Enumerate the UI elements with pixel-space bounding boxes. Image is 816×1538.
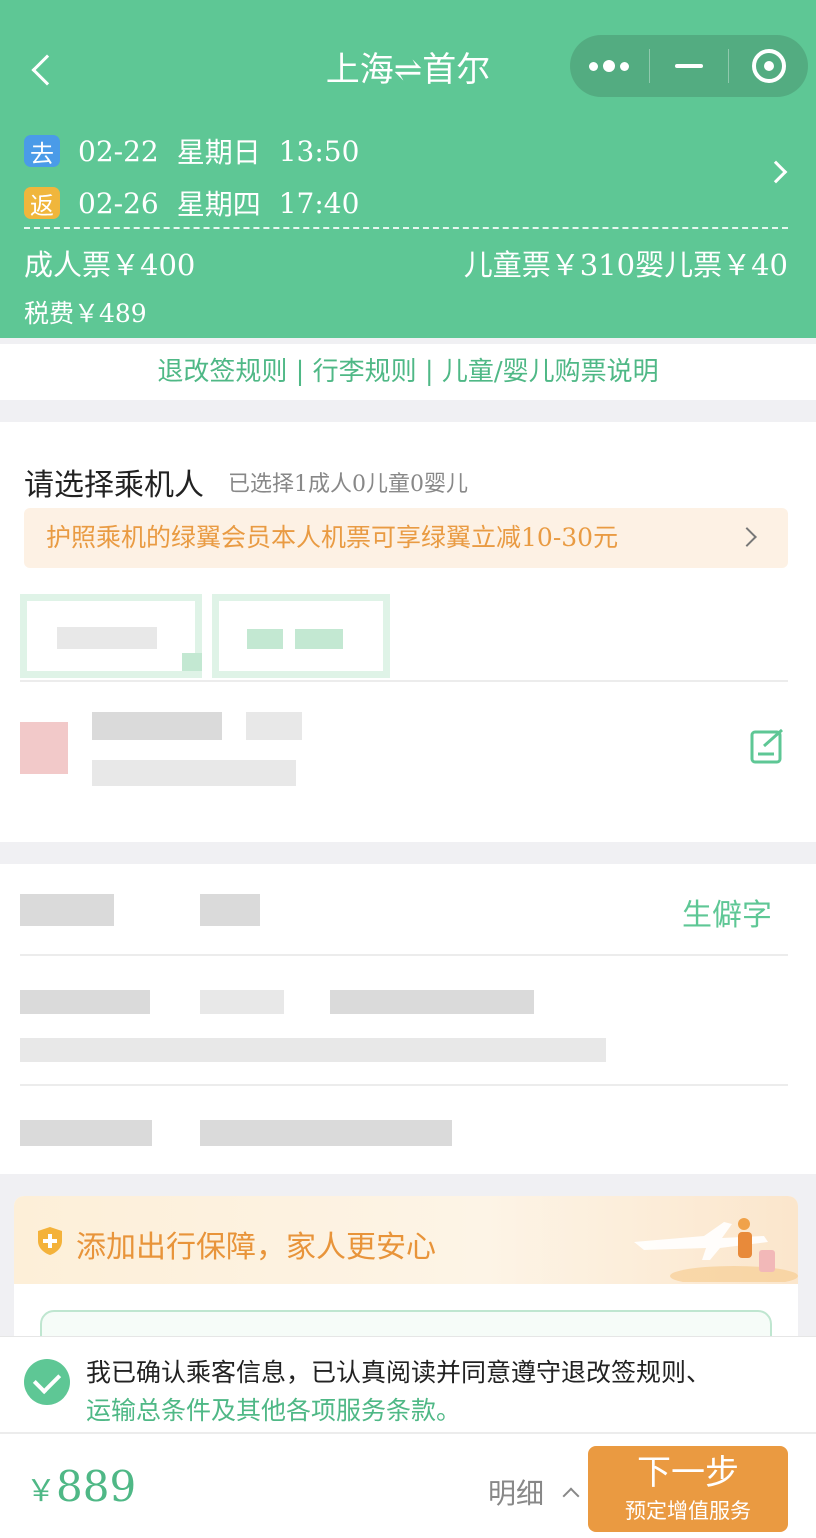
return-date: 02-26 <box>78 186 159 220</box>
outbound-tag: 去 <box>24 135 60 168</box>
agreement-bar: 我已确认乘客信息，已认真阅读并同意遵守退改签规则、 运输总条件及其他各项服务条款… <box>0 1336 816 1432</box>
redacted-name <box>92 712 222 740</box>
next-step-sublabel: 预定增值服务 <box>625 1499 751 1523</box>
page-title: 上海⇌首尔 <box>325 50 491 90</box>
chevron-left-icon <box>31 54 63 86</box>
redacted-name <box>246 712 302 740</box>
redacted-label <box>20 894 114 926</box>
child-infant-price: 儿童票￥310婴儿票￥40 <box>463 248 788 282</box>
redacted-id <box>92 760 296 786</box>
back-button[interactable] <box>22 48 63 92</box>
next-step-label: 下一步 <box>637 1453 739 1493</box>
insurance-header: 添加出行保障，家人更安心 <box>14 1196 798 1284</box>
section-title: 请选择乘机人 <box>24 468 204 503</box>
redacted-text <box>57 627 157 649</box>
total-price: ￥889 <box>26 1462 136 1511</box>
redacted-text <box>295 629 343 649</box>
redacted-text <box>247 629 283 649</box>
dashed-divider <box>24 227 788 229</box>
redacted-label <box>20 990 150 1014</box>
outbound-time: 13:50 <box>278 134 360 168</box>
outbound-date: 02-22 <box>78 134 159 168</box>
divider <box>20 954 788 956</box>
outbound-row[interactable]: 去 02-22 星期日 13:50 <box>24 134 360 169</box>
terms-link[interactable]: 运输总条件及其他各项服务条款。 <box>86 1391 461 1427</box>
rare-character-link[interactable]: 生僻字 <box>682 890 772 934</box>
return-row[interactable]: 返 02-26 星期四 17:40 <box>24 186 360 221</box>
delete-icon[interactable] <box>20 722 68 774</box>
redacted-value <box>20 1038 606 1062</box>
flight-header: 上海⇌首尔 去 02-22 星期日 13:50 返 02-26 星期四 17:4… <box>0 0 816 338</box>
passenger-chip[interactable] <box>212 594 390 678</box>
passenger-section: 请选择乘机人 已选择1成人0儿童0婴儿 护照乘机的绿翼会员本人机票可享绿翼立减1… <box>0 422 816 1174</box>
redacted-value <box>330 990 534 1014</box>
price-detail-button[interactable]: 明细 <box>488 1472 544 1512</box>
scallop-edge <box>0 330 816 344</box>
section-gap <box>0 842 816 864</box>
more-dots-icon <box>589 60 630 72</box>
target-circle-icon <box>751 49 786 83</box>
next-step-button[interactable]: 下一步 预定增值服务 <box>588 1446 788 1532</box>
selected-count: 已选择1成人0儿童0婴儿 <box>228 472 468 497</box>
insurance-title: 添加出行保障，家人更安心 <box>76 1230 436 1265</box>
mini-program-capsule <box>570 35 808 97</box>
agreement-text: 我已确认乘客信息，已认真阅读并同意遵守退改签规则、 <box>86 1358 712 1387</box>
member-promo-banner[interactable]: 护照乘机的绿翼会员本人机票可享绿翼立减10-30元 <box>24 508 788 568</box>
redacted-value <box>200 1120 452 1146</box>
return-time: 17:40 <box>278 186 360 220</box>
return-weekday: 星期四 <box>176 188 261 221</box>
adult-price: 成人票￥400 <box>24 248 196 282</box>
promo-text: 护照乘机的绿翼会员本人机票可享绿翼立减10-30元 <box>46 523 619 552</box>
shield-plus-icon <box>38 1227 62 1255</box>
redacted-value <box>200 990 284 1014</box>
minimize-icon <box>675 64 703 68</box>
currency-symbol: ￥ <box>26 1474 56 1509</box>
redacted-mark <box>182 653 202 671</box>
redacted-label <box>20 1120 152 1146</box>
travel-illustration-icon <box>634 1218 798 1282</box>
passenger-chip[interactable] <box>20 594 202 678</box>
more-button[interactable] <box>570 35 649 97</box>
chevron-right-icon <box>737 527 757 547</box>
chevron-right-icon[interactable] <box>764 160 788 184</box>
checkout-bar: ￥889 明细 下一步 预定增值服务 <box>0 1432 816 1538</box>
edit-icon[interactable] <box>750 728 786 764</box>
minimize-button[interactable] <box>650 35 729 97</box>
chevron-up-icon[interactable] <box>562 1487 580 1505</box>
travel-insurance-card: 添加出行保障，家人更安心 <box>14 1196 798 1346</box>
check-icon[interactable] <box>24 1359 70 1405</box>
redacted-value <box>200 894 260 926</box>
rules-links[interactable]: 退改签规则 | 行李规则 | 儿童/婴儿购票说明 <box>0 344 816 400</box>
tax-fee: 税费￥489 <box>24 299 147 328</box>
total-amount: 889 <box>56 1462 137 1511</box>
return-tag: 返 <box>24 187 60 220</box>
close-mini-program-button[interactable] <box>729 35 808 97</box>
divider <box>20 680 788 682</box>
divider <box>20 1084 788 1086</box>
outbound-weekday: 星期日 <box>176 136 261 169</box>
